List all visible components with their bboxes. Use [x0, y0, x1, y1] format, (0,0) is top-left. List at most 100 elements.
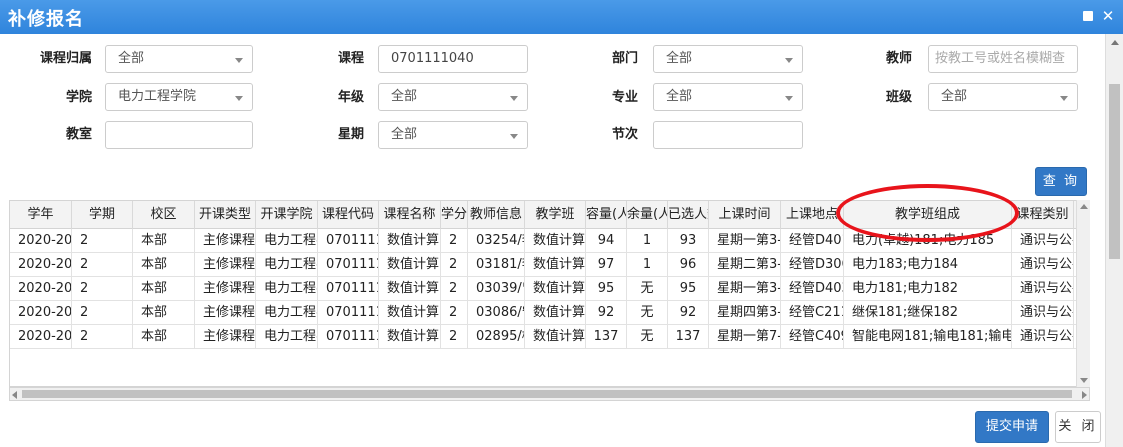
table-row[interactable]: 2020-20212本部主修课程电力工程学院0701111040数值计算2031…: [10, 253, 1089, 277]
table-cell: 通识与公共: [1012, 253, 1074, 277]
column-header[interactable]: 上课地点: [781, 201, 844, 229]
submit-application-button[interactable]: 提交申请: [975, 411, 1049, 443]
course-owner-select[interactable]: 全部: [105, 45, 253, 73]
grade-value: 全部: [391, 89, 418, 104]
column-header[interactable]: 学分: [441, 201, 468, 229]
chevron-down-icon: [785, 58, 793, 63]
classroom-label: 教室: [65, 127, 92, 142]
scroll-up-icon[interactable]: [1111, 40, 1119, 45]
close-icon[interactable]: ✕: [1101, 9, 1115, 24]
table-cell: 数值计算: [525, 253, 586, 277]
table-cell: 通识与公共: [1012, 301, 1074, 325]
table-cell: 0701111040: [318, 253, 379, 277]
table-cell: 03086/宁: [468, 301, 525, 325]
table-cell: 1: [627, 253, 668, 277]
vertical-scroll-thumb[interactable]: [1109, 84, 1120, 259]
classroom-input[interactable]: [105, 121, 253, 149]
table-cell: 2: [441, 229, 468, 253]
table-cell: 数值计算: [525, 301, 586, 325]
table-cell: 数值计算: [379, 229, 441, 253]
scroll-up-icon[interactable]: [1080, 204, 1088, 209]
table-cell: 无: [627, 301, 668, 325]
window-title: 补修报名: [8, 9, 84, 30]
scroll-down-icon[interactable]: [1080, 378, 1088, 383]
table-row[interactable]: 2020-20212本部主修课程电力工程学院0701111040数值计算2028…: [10, 325, 1089, 349]
window-vertical-scrollbar[interactable]: [1105, 34, 1123, 447]
teacher-input[interactable]: 按教工号或姓名模糊查: [928, 45, 1078, 73]
column-header[interactable]: 课程代码: [318, 201, 379, 229]
column-header[interactable]: 开课类型: [195, 201, 256, 229]
query-button[interactable]: 查 询: [1035, 167, 1087, 196]
column-header[interactable]: 余量(人): [627, 201, 668, 229]
table-cell: 2: [72, 277, 133, 301]
table-cell: 经管D401: [781, 229, 844, 253]
column-header[interactable]: 开课学院: [256, 201, 318, 229]
column-header[interactable]: 学期: [72, 201, 133, 229]
table-cell: 94: [586, 229, 627, 253]
table-cell: 95: [586, 277, 627, 301]
course-table: 学年学期校区开课类型开课学院课程代码课程名称学分教师信息教学班容量(人)余量(人…: [9, 200, 1090, 387]
major-select[interactable]: 全部: [653, 83, 803, 111]
title-bar: 补修报名 ✕: [0, 0, 1123, 34]
table-cell: 2: [72, 253, 133, 277]
column-header[interactable]: 课程类别: [1012, 201, 1074, 229]
table-row[interactable]: 2020-20212本部主修课程电力工程学院0701111040数值计算2032…: [10, 229, 1089, 253]
period-input[interactable]: [653, 121, 803, 149]
table-cell: 0701111040: [318, 301, 379, 325]
table-cell: 电力(卓越)181;电力185: [844, 229, 1012, 253]
weekday-label: 星期: [337, 127, 364, 142]
table-cell: 通识与公共: [1012, 229, 1074, 253]
column-header[interactable]: 已选人数: [668, 201, 709, 229]
scroll-right-icon[interactable]: [1082, 391, 1087, 399]
table-vertical-scrollbar[interactable]: [1076, 200, 1090, 387]
column-header[interactable]: 校区: [133, 201, 195, 229]
table-cell: 电力工程学院: [256, 325, 318, 349]
table-cell: 智能电网181;输电181;输电182: [844, 325, 1012, 349]
horizontal-scroll-thumb[interactable]: [22, 390, 1072, 398]
table-cell: 数值计算: [379, 325, 441, 349]
close-button[interactable]: 关 闭: [1055, 411, 1101, 443]
major-label: 专业: [611, 90, 638, 105]
maximize-icon[interactable]: [1081, 9, 1095, 23]
table-header: 学年学期校区开课类型开课学院课程代码课程名称学分教师信息教学班容量(人)余量(人…: [10, 201, 1089, 229]
table-cell: 无: [627, 325, 668, 349]
table-cell: 95: [668, 277, 709, 301]
column-header[interactable]: 教学班组成: [844, 201, 1012, 229]
table-cell: 2: [441, 253, 468, 277]
table-cell: 经管C211: [781, 301, 844, 325]
department-select[interactable]: 全部: [653, 45, 803, 73]
table-cell: 数值计算: [379, 253, 441, 277]
class-select[interactable]: 全部: [928, 83, 1078, 111]
column-header[interactable]: 学年: [10, 201, 72, 229]
table-row[interactable]: 2020-20212本部主修课程电力工程学院0701111040数值计算2030…: [10, 277, 1089, 301]
course-input[interactable]: 0701111040: [378, 45, 528, 73]
table-cell: 经管D306: [781, 253, 844, 277]
column-header[interactable]: 课程名称: [379, 201, 441, 229]
department-label: 部门: [611, 51, 638, 66]
column-header[interactable]: 教师信息: [468, 201, 525, 229]
table-cell: 2020-2021: [10, 277, 72, 301]
period-label: 节次: [611, 127, 638, 142]
table-cell: 通识与公共: [1012, 277, 1074, 301]
table-cell: 03254/李: [468, 229, 525, 253]
table-cell: 经管D403: [781, 277, 844, 301]
column-header[interactable]: 上课时间: [709, 201, 781, 229]
college-select[interactable]: 电力工程学院: [105, 83, 253, 111]
table-cell: 2: [441, 301, 468, 325]
grade-select[interactable]: 全部: [378, 83, 528, 111]
scroll-left-icon[interactable]: [12, 391, 17, 399]
table-cell: 电力工程学院: [256, 301, 318, 325]
table-cell: 星期一第7-8节: [709, 325, 781, 349]
table-cell: 2: [72, 301, 133, 325]
table-row[interactable]: 2020-20212本部主修课程电力工程学院0701111040数值计算2030…: [10, 301, 1089, 325]
grade-label: 年级: [337, 90, 364, 105]
column-header[interactable]: 教学班: [525, 201, 586, 229]
table-cell: 主修课程: [195, 253, 256, 277]
course-owner-label: 课程归属: [39, 51, 92, 66]
table-horizontal-scrollbar[interactable]: [9, 387, 1090, 401]
chevron-down-icon: [235, 96, 243, 101]
window-controls: ✕: [1081, 9, 1115, 24]
table-cell: 97: [586, 253, 627, 277]
weekday-select[interactable]: 全部: [378, 121, 528, 149]
column-header[interactable]: 容量(人): [586, 201, 627, 229]
